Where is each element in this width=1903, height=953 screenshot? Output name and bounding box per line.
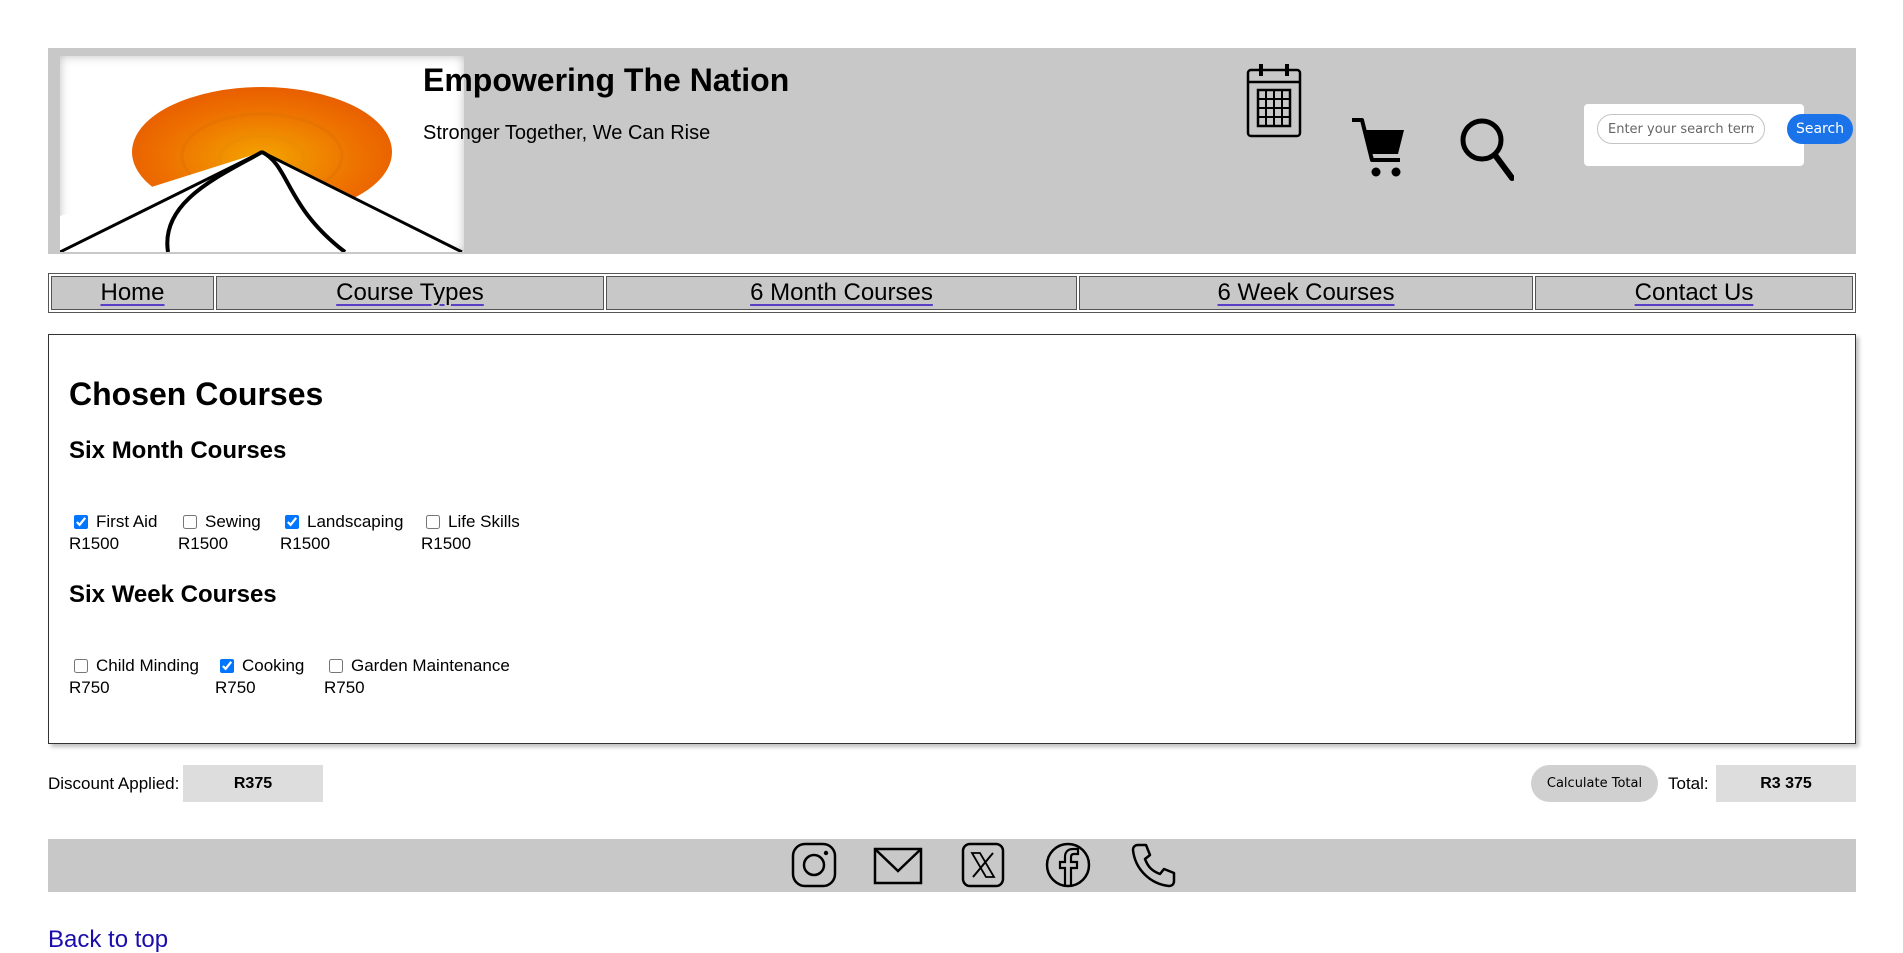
- site-footer: [48, 839, 1856, 892]
- email-icon[interactable]: [872, 841, 924, 892]
- nav-item-course-types[interactable]: Course Types: [216, 276, 604, 310]
- course-life-skills: Life Skills R1500: [421, 512, 520, 554]
- six-month-heading: Six Month Courses: [69, 437, 287, 464]
- instagram-icon[interactable]: [790, 841, 838, 892]
- nav-link-6-week-courses[interactable]: 6 Week Courses: [1218, 279, 1395, 307]
- course-checkbox-first-aid[interactable]: [74, 515, 88, 529]
- course-cooking: Cooking R750: [215, 656, 304, 698]
- course-label: Sewing: [205, 512, 261, 531]
- course-price: R1500: [69, 534, 120, 553]
- course-child-minding: Child Minding R750: [69, 656, 199, 698]
- course-price: R750: [69, 678, 110, 697]
- total-label: Total:: [1668, 774, 1709, 793]
- course-price: R1500: [421, 534, 472, 553]
- nav-link-contact-us[interactable]: Contact Us: [1635, 279, 1754, 307]
- course-checkbox-cooking[interactable]: [220, 659, 234, 673]
- site-tagline: Stronger Together, We Can Rise: [423, 122, 711, 144]
- course-label: Cooking: [242, 656, 305, 675]
- course-first-aid: First Aid R1500: [69, 512, 157, 554]
- course-price: R750: [324, 678, 365, 697]
- nav-link-course-types[interactable]: Course Types: [336, 279, 484, 307]
- course-checkbox-child-minding[interactable]: [74, 659, 88, 673]
- nav-item-contact-us[interactable]: Contact Us: [1535, 276, 1853, 310]
- course-checkbox-garden-maintenance[interactable]: [329, 659, 343, 673]
- search-button[interactable]: Search: [1787, 114, 1853, 144]
- course-landscaping: Landscaping R1500: [280, 512, 403, 554]
- x-icon[interactable]: [960, 841, 1006, 892]
- phone-icon[interactable]: [1130, 841, 1178, 892]
- nav-item-6-month-courses[interactable]: 6 Month Courses: [606, 276, 1077, 310]
- course-price: R1500: [280, 534, 331, 553]
- course-checkbox-sewing[interactable]: [183, 515, 197, 529]
- nav-item-6-week-courses[interactable]: 6 Week Courses: [1079, 276, 1533, 310]
- course-sewing: Sewing R1500: [178, 512, 261, 554]
- six-week-heading: Six Week Courses: [69, 581, 277, 608]
- course-checkbox-life-skills[interactable]: [426, 515, 440, 529]
- course-label: First Aid: [96, 512, 158, 531]
- calculate-total-button[interactable]: Calculate Total: [1531, 765, 1658, 802]
- logo: [60, 56, 464, 252]
- course-checkbox-landscaping[interactable]: [285, 515, 299, 529]
- cart-icon[interactable]: [1350, 116, 1406, 187]
- course-price: R1500: [178, 534, 229, 553]
- course-price: R750: [215, 678, 256, 697]
- site-title: Empowering The Nation: [423, 62, 790, 98]
- course-garden-maintenance: Garden Maintenance R750: [324, 656, 510, 698]
- course-label: Garden Maintenance: [351, 656, 510, 675]
- back-to-top-link[interactable]: Back to top: [48, 928, 168, 952]
- discount-label: Discount Applied:: [48, 774, 180, 793]
- search-icon[interactable]: [1458, 116, 1515, 187]
- discount-value: R375: [183, 765, 323, 802]
- course-label: Landscaping: [307, 512, 404, 531]
- course-label: Life Skills: [448, 512, 520, 531]
- main-nav: Home Course Types 6 Month Courses 6 Week…: [48, 273, 1856, 313]
- facebook-icon[interactable]: [1044, 841, 1092, 892]
- nav-item-home[interactable]: Home: [51, 276, 214, 310]
- course-label: Child Minding: [96, 656, 199, 675]
- calendar-icon[interactable]: [1246, 62, 1302, 143]
- page-title: Chosen Courses: [69, 376, 324, 412]
- nav-link-6-month-courses[interactable]: 6 Month Courses: [750, 279, 933, 307]
- nav-link-home[interactable]: Home: [100, 279, 164, 307]
- total-value: R3 375: [1716, 765, 1856, 802]
- search-input[interactable]: [1597, 114, 1765, 144]
